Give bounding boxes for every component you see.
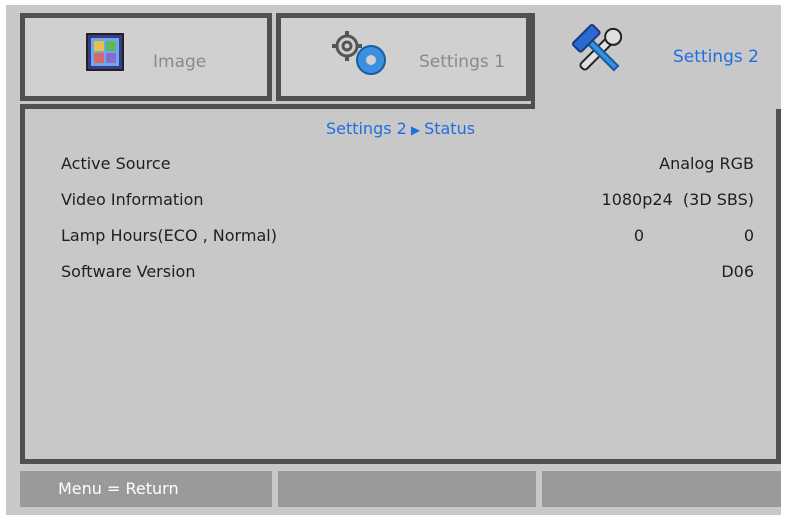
row-value: D06: [721, 262, 754, 281]
breadcrumb-current: Status: [424, 119, 476, 138]
status-row-lamp-hours: Lamp Hours(ECO , Normal) 0 0: [61, 226, 754, 252]
tab-label-settings-1: Settings 1: [419, 52, 505, 72]
gears-icon: [327, 28, 395, 84]
tools-icon: [569, 23, 629, 83]
menu-return-hint: Menu = Return: [20, 471, 272, 507]
row-label: Active Source: [61, 154, 171, 173]
tab-image[interactable]: Image: [20, 13, 272, 101]
row-label: Lamp Hours(ECO , Normal): [61, 226, 277, 245]
row-value: Analog RGB: [659, 154, 754, 173]
chevron-right-icon: ▶: [410, 123, 421, 137]
status-row-active-source: Active Source Analog RGB: [61, 154, 754, 180]
tab-label-image: Image: [153, 52, 207, 72]
lamp-hours-eco-value: 0: [633, 226, 644, 245]
tab-settings-2[interactable]: Settings 2: [535, 13, 781, 113]
row-label: Software Version: [61, 262, 196, 281]
status-row-software-version: Software Version D06: [61, 262, 754, 288]
projector-osd-menu: Image Settings 1 Settings 2 Settings 2 ▶…: [6, 5, 781, 515]
row-label: Video Information: [61, 190, 204, 209]
tab-label-settings-2: Settings 2: [673, 47, 759, 67]
row-value: 1080p24 (3D SBS): [601, 190, 754, 209]
lamp-hours-normal-value: 0: [743, 226, 754, 245]
bottom-bar-segment: [542, 471, 781, 507]
content-panel: Settings 2 ▶ Status Active Source Analog R…: [20, 109, 781, 464]
breadcrumb-parent: Settings 2: [325, 119, 407, 138]
breadcrumb: Settings 2 ▶ Status: [25, 119, 776, 138]
image-icon: [85, 32, 125, 76]
bottom-bar-segment: [278, 471, 536, 507]
menu-return-label: Menu = Return: [58, 479, 179, 498]
tab-settings-1[interactable]: Settings 1: [276, 13, 531, 101]
bottom-bar: Menu = Return: [20, 471, 781, 507]
status-row-video-information: Video Information 1080p24 (3D SBS): [61, 190, 754, 216]
